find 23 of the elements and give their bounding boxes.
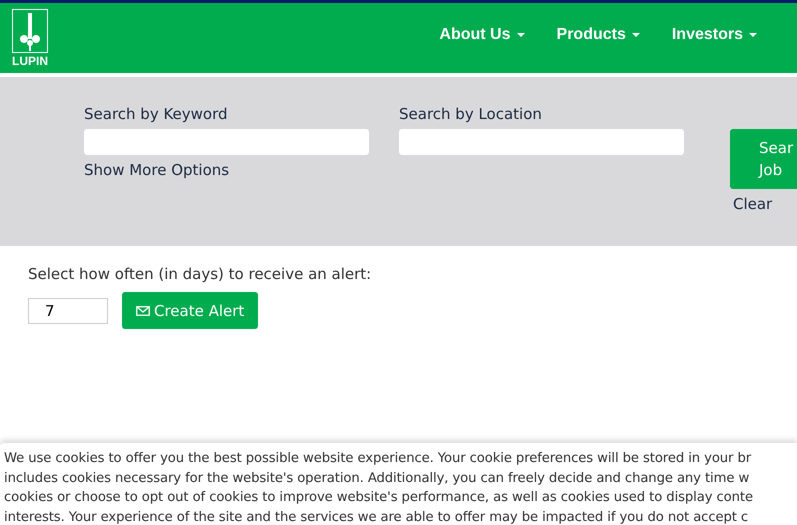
cookie-text: cookies or choose to opt out of cookies to improve website's performance, as well as cookies used to display conte (4, 489, 753, 507)
caret-icon (749, 33, 757, 37)
nav-link[interactable]: Investors (656, 26, 773, 44)
logo[interactable]: LUPIN (10, 8, 50, 68)
keyword-field[interactable] (84, 129, 369, 155)
days-field[interactable]: 7 (28, 298, 108, 324)
envelope-icon (136, 306, 150, 316)
search-button[interactable]: Sear Job (730, 129, 797, 189)
location-field[interactable] (399, 129, 684, 155)
caret-icon (516, 33, 525, 37)
field-label: Search by Keyword (84, 105, 229, 125)
cookie-text: interests. Your experience of the site and the services we are able to offer may be impacted if you do not accept c (4, 508, 748, 525)
show-more-options-link[interactable]: Show More Options (84, 161, 369, 179)
nav-link[interactable]: About Us (423, 26, 541, 44)
clear-link[interactable]: Clear (733, 195, 797, 213)
cookie-text: includes cookies necessary for the website's operation. Additionally, you can freely decide and change any time w (4, 470, 750, 488)
cookie-text: We use cookies to offer you the best possible website experience. Your cookie preferences will be stored in your br (4, 450, 752, 468)
alert-label: Select how often (in days) to receive an alert: (28, 265, 372, 283)
create-alert-button[interactable]: Create Alert (122, 292, 258, 329)
caret-icon (632, 33, 640, 37)
nav-link[interactable]: Products (540, 26, 656, 44)
field-label: Search by Location (399, 105, 543, 125)
plant-icon (12, 8, 48, 52)
